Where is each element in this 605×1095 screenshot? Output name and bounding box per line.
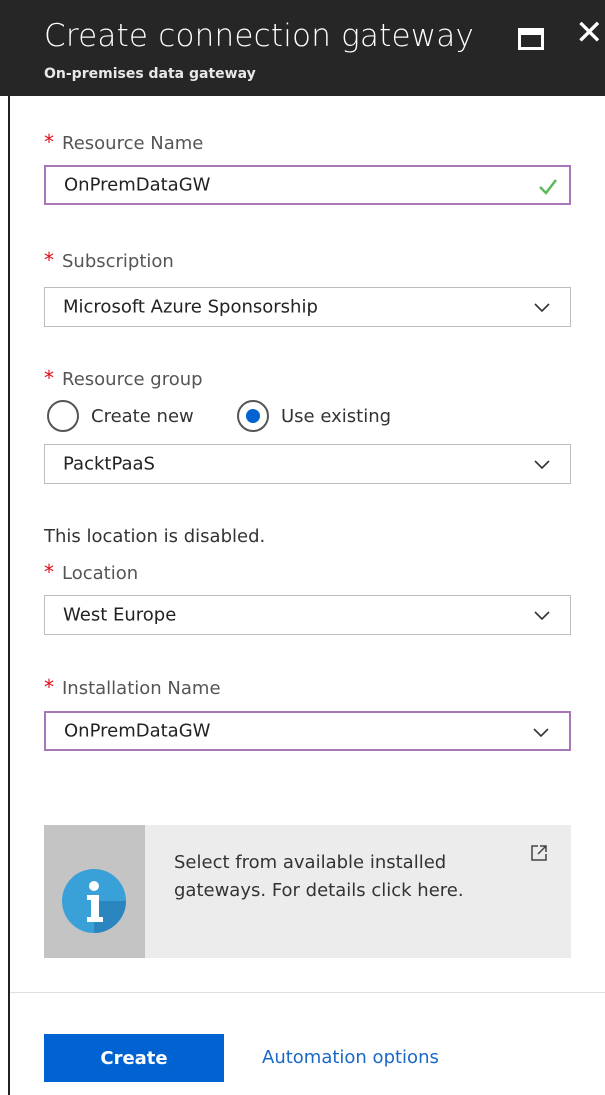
resource-name-label: * Resource Name [44, 130, 204, 154]
blade-subtitle: On-premises data gateway [44, 66, 256, 82]
chevron-down-icon [534, 611, 550, 621]
blade-border [8, 96, 10, 1095]
installation-name-label: * Installation Name [44, 675, 221, 699]
chevron-down-icon [534, 303, 550, 313]
location-value: West Europe [63, 604, 177, 626]
maximize-icon[interactable] [518, 28, 544, 50]
info-box: Select from available installed gateways… [44, 825, 571, 958]
required-marker: * [44, 130, 54, 154]
valid-check-icon [539, 179, 557, 195]
use-existing-label[interactable]: Use existing [281, 406, 391, 427]
required-marker: * [44, 560, 54, 584]
subscription-select[interactable]: Microsoft Azure Sponsorship [44, 287, 571, 327]
chevron-down-icon [534, 460, 550, 470]
location-label: * Location [44, 560, 139, 584]
installation-name-value: OnPremDataGW [64, 720, 211, 742]
create-new-radio[interactable] [47, 400, 79, 432]
resource-group-value: PacktPaaS [63, 453, 155, 475]
use-existing-radio[interactable] [237, 400, 269, 432]
required-marker: * [44, 248, 54, 272]
info-icon [62, 869, 126, 933]
installation-name-select[interactable]: OnPremDataGW [44, 711, 571, 751]
automation-options-link[interactable]: Automation options [262, 1047, 439, 1068]
blade-title: Create connection gateway [44, 18, 475, 54]
subscription-label: * Subscription [44, 248, 174, 272]
create-new-label[interactable]: Create new [91, 406, 194, 427]
location-select[interactable]: West Europe [44, 595, 571, 635]
footer-divider [10, 992, 605, 993]
required-marker: * [44, 366, 54, 390]
subscription-value: Microsoft Azure Sponsorship [63, 296, 318, 318]
info-icon-panel [44, 825, 145, 958]
resource-name-value: OnPremDataGW [64, 174, 211, 196]
external-link-icon[interactable] [529, 843, 549, 863]
location-disabled-note: This location is disabled. [44, 526, 266, 547]
resource-name-input[interactable]: OnPremDataGW [44, 165, 571, 205]
resource-group-select[interactable]: PacktPaaS [44, 444, 571, 484]
blade-header: Create connection gateway On-premises da… [0, 0, 605, 96]
resource-group-label: * Resource group [44, 366, 203, 390]
chevron-down-icon [533, 728, 549, 738]
required-marker: * [44, 675, 54, 699]
close-icon[interactable]: ✕ [575, 16, 604, 50]
info-text[interactable]: Select from available installed gateways… [174, 849, 504, 905]
create-button[interactable]: Create [44, 1034, 224, 1082]
